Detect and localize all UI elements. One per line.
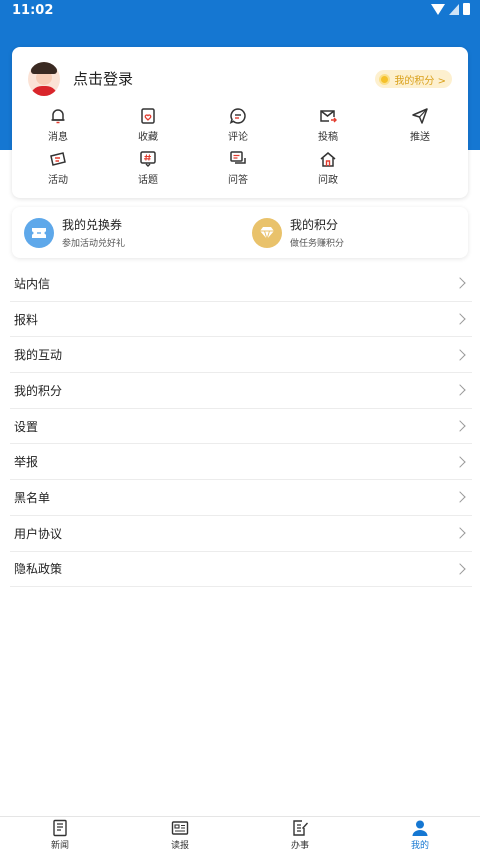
menu-item-label: 站内信 — [14, 276, 51, 291]
grid-item-qa[interactable]: 问答 — [208, 150, 268, 186]
grid-label: 投稿 — [318, 132, 338, 143]
grid-label: 问政 — [318, 175, 338, 186]
person-icon — [412, 820, 428, 836]
chevron-right-icon — [454, 420, 466, 432]
chevron-right-icon — [454, 527, 466, 539]
avatar[interactable] — [28, 62, 60, 96]
grid-item-activities[interactable]: 活动 — [28, 150, 88, 186]
profile-card: 点击登录 我的积分 > 消息 收藏 评论 投稿 推送 活动 话题 问答 问政 — [12, 47, 468, 198]
tab-services[interactable]: 办事 — [270, 819, 330, 851]
chevron-right-icon — [454, 491, 466, 504]
menu-item-inbox[interactable]: 站内信 — [10, 266, 472, 302]
my-points-pill[interactable]: 我的积分 > — [375, 70, 452, 88]
grid-label: 活动 — [48, 175, 68, 186]
tab-label: 新闻 — [50, 841, 69, 851]
my-coupons-title: 我的兑换券 — [62, 218, 123, 232]
signal-icon — [449, 3, 459, 15]
tab-mine[interactable]: 我的 — [390, 819, 450, 851]
grid-item-favorites[interactable]: 收藏 — [118, 107, 178, 143]
menu-item-label: 我的积分 — [14, 383, 63, 398]
grid-label: 消息 — [48, 132, 68, 143]
tab-label: 读报 — [170, 841, 189, 851]
status-time: 11:02 — [12, 3, 54, 18]
tab-label: 办事 — [290, 841, 309, 851]
tab-label: 我的 — [410, 841, 429, 851]
grid-item-submit[interactable]: 投稿 — [298, 107, 358, 143]
my-coupons-subtitle: 参加活动兑好礼 — [62, 239, 126, 249]
menu-item-label: 黑名单 — [14, 490, 51, 505]
chevron-right-icon — [454, 277, 466, 290]
qa-icon — [230, 151, 246, 164]
grid-item-push[interactable]: 推送 — [390, 107, 450, 143]
menu-item-blacklist[interactable]: 黑名单 — [10, 480, 472, 516]
menu-item-privacy-policy[interactable]: 隐私政策 — [10, 552, 472, 588]
bell-icon — [51, 109, 65, 124]
my-points-button[interactable]: 我的积分 做任务赚积分 — [252, 216, 344, 249]
menu-item-label: 设置 — [14, 419, 39, 434]
chevron-right-icon — [454, 456, 466, 468]
government-icon — [320, 152, 336, 167]
grid-label: 话题 — [138, 175, 158, 186]
login-link[interactable]: 点击登录 — [73, 68, 133, 89]
menu-item-settings[interactable]: 设置 — [10, 409, 472, 445]
tab-newspaper[interactable]: 读报 — [150, 819, 210, 851]
grid-item-comments[interactable]: 评论 — [208, 107, 268, 143]
chevron-right-icon — [454, 349, 466, 361]
my-coupons-button[interactable]: 我的兑换券 参加活动兑好礼 — [24, 216, 125, 249]
grid-label: 收藏 — [138, 132, 158, 143]
grid-item-government[interactable]: 问政 — [298, 150, 358, 186]
hashtag-icon — [140, 151, 156, 167]
comment-icon — [229, 108, 246, 124]
battery-icon — [463, 3, 470, 15]
my-points-title: 我的积分 — [290, 218, 339, 232]
coin-icon — [379, 73, 391, 85]
grid-item-topics[interactable]: 话题 — [118, 150, 178, 186]
menu-item-label: 报料 — [14, 312, 39, 327]
menu-item-label: 隐私政策 — [14, 562, 63, 577]
chevron-right-icon — [454, 313, 466, 325]
menu-item-report[interactable]: 举报 — [10, 444, 472, 481]
news-icon — [53, 819, 67, 837]
bottom-tab-bar: 新闻 读报 办事 我的 — [0, 816, 480, 853]
grid-label: 评论 — [228, 132, 248, 143]
newspaper-icon — [171, 821, 189, 835]
coupon-icon — [24, 217, 54, 248]
menu-item-user-agreement[interactable]: 用户协议 — [10, 516, 472, 552]
menu-item-label: 用户协议 — [14, 526, 63, 541]
submit-mail-icon — [320, 110, 337, 123]
services-icon — [293, 820, 308, 836]
send-icon — [412, 108, 428, 124]
menu-item-points[interactable]: 我的积分 — [10, 373, 472, 409]
favorite-icon — [141, 108, 155, 124]
tab-news[interactable]: 新闻 — [30, 819, 90, 851]
my-points-pill-label: 我的积分 > — [394, 75, 446, 87]
menu-item-tipoff[interactable]: 报料 — [10, 302, 472, 338]
grid-label: 问答 — [228, 175, 248, 186]
menu-item-label: 举报 — [14, 455, 39, 470]
grid-label: 推送 — [410, 132, 430, 143]
settings-menu: 站内信 报料 我的互动 我的积分 设置 举报 黑名单 用户协议 隐私政策 — [10, 266, 472, 588]
chevron-right-icon — [454, 384, 466, 397]
status-bar: 11:02 — [0, 0, 480, 22]
diamond-icon — [252, 217, 282, 248]
my-points-subtitle: 做任务赚积分 — [290, 239, 345, 249]
menu-item-label: 我的互动 — [14, 348, 63, 363]
grid-item-messages[interactable]: 消息 — [28, 107, 88, 143]
chevron-right-icon — [454, 563, 466, 575]
wifi-icon — [431, 3, 445, 15]
menu-item-interactions[interactable]: 我的互动 — [10, 337, 472, 374]
ticket-icon — [50, 152, 66, 166]
promo-card: 我的兑换券 参加活动兑好礼 我的积分 做任务赚积分 — [12, 207, 468, 258]
